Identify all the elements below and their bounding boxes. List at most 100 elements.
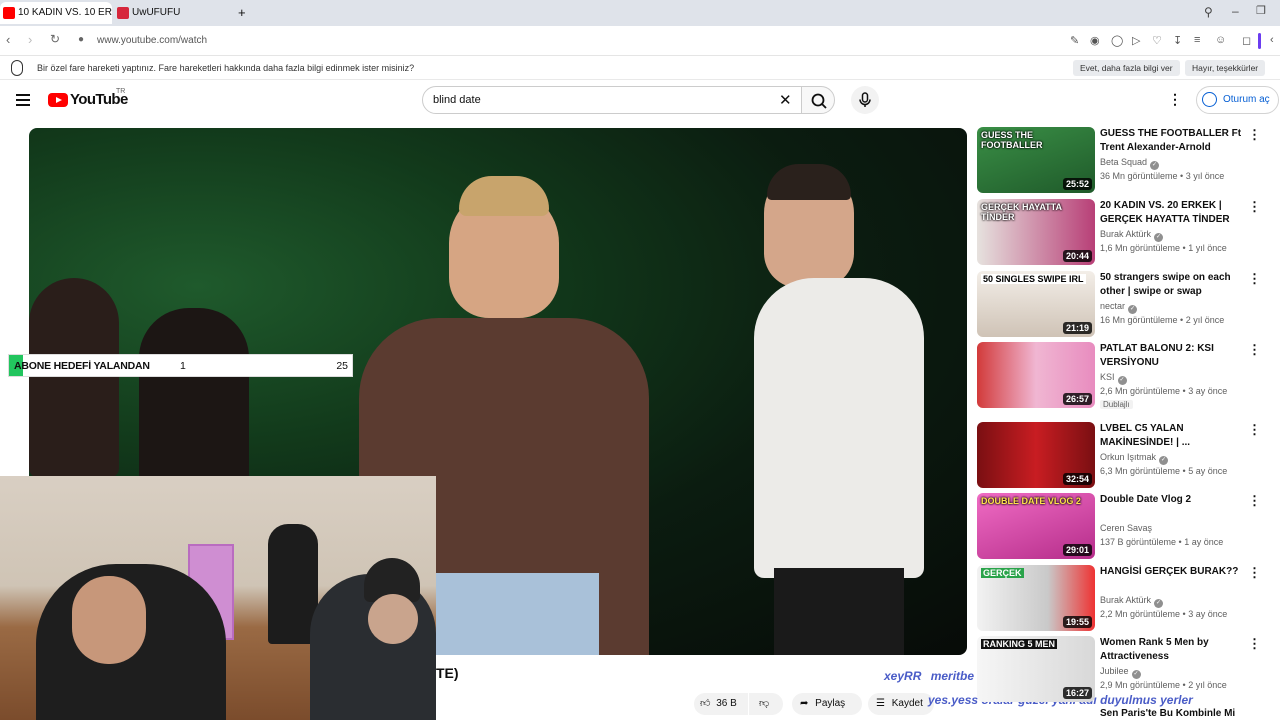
notification-bar: Bir özel fare hareketi yaptınız. Fare ha… <box>0 57 1280 80</box>
video-thumbnail[interactable]: GERÇEK HAYATTA TİNDER 20:44 <box>977 199 1095 265</box>
verified-icon: ✓ <box>1117 376 1127 385</box>
video-title[interactable]: 20 KADIN VS. 20 ERKEK | GERÇEK HAYATTA T… <box>1100 199 1243 227</box>
like-button[interactable]: 👍︎ 36 B <box>694 693 748 715</box>
search-button[interactable] <box>801 86 835 114</box>
minimize-icon[interactable]: – <box>1232 4 1239 18</box>
more-actions-icon[interactable]: ⋮ <box>1248 636 1261 652</box>
video-title-fragment: TE) <box>436 665 459 681</box>
sidebar-indicator <box>1258 33 1261 49</box>
video-title[interactable]: 50 strangers swipe on each other | swipe… <box>1100 271 1243 299</box>
sign-in-label: Oturum aç <box>1223 94 1270 105</box>
duration-badge: 26:57 <box>1062 393 1092 405</box>
dismiss-button[interactable]: Hayır, teşekkürler <box>1185 60 1266 76</box>
dislike-button[interactable]: 👎︎ <box>749 693 783 715</box>
more-actions-icon[interactable]: ⋮ <box>1248 271 1261 287</box>
verified-icon: ✓ <box>1128 305 1138 314</box>
duration-badge: 29:01 <box>1062 544 1092 556</box>
more-actions-icon[interactable]: ⋮ <box>1248 493 1261 509</box>
video-title[interactable]: Double Date Vlog 2 <box>1100 493 1243 507</box>
video-meta: 137 B görüntüleme • 1 ay önce <box>1100 537 1224 547</box>
more-actions-icon[interactable]: ⋮ <box>1248 199 1261 215</box>
channel-name[interactable]: Jubilee ✓ <box>1100 666 1141 679</box>
recommendation-item[interactable]: 26:57 PATLAT BALONU 2: KSI VERSİYONU KSI… <box>977 342 1267 422</box>
more-options-icon[interactable]: ⋮ <box>1168 91 1182 108</box>
video-thumbnail[interactable]: DOUBLE DATE VLOG 2 29:01 <box>977 493 1095 559</box>
clear-search-icon[interactable]: ✕ <box>779 91 792 109</box>
browser-tab-active[interactable]: 10 KADIN VS. 10 ERKEK | <box>0 2 112 24</box>
recommendation-item[interactable]: RANKING 5 MEN 16:27 Women Rank 5 Men by A… <box>977 636 1267 704</box>
extensions-icon[interactable]: ◻ <box>1242 34 1251 47</box>
verified-icon: ✓ <box>1131 670 1141 679</box>
video-meta: 16 Mn görüntüleme • 2 yıl önce <box>1100 315 1225 325</box>
video-title[interactable]: HANGİSİ GERÇEK BURAK?? <box>1100 565 1243 579</box>
new-tab-button[interactable]: + <box>238 5 246 20</box>
hamburger-menu-icon[interactable] <box>16 94 30 106</box>
duration-badge: 21:19 <box>1062 322 1092 334</box>
play-icon[interactable]: ▷ <box>1132 34 1140 47</box>
recommendation-item[interactable]: 32:54 LVBEL C5 YALAN MAKİNESİNDE! | ... … <box>977 422 1267 490</box>
account-icon <box>1202 92 1217 107</box>
duration-badge: 16:27 <box>1062 687 1092 699</box>
video-thumbnail[interactable]: 50 SINGLES SWIPE IRL 21:19 <box>977 271 1095 337</box>
search-input[interactable] <box>433 94 763 106</box>
lock-icon[interactable]: ● <box>78 34 84 45</box>
more-actions-icon[interactable]: ⋮ <box>1248 565 1261 581</box>
share-button[interactable]: ➦ Paylaş <box>792 693 862 715</box>
notification-text: Bir özel fare hareketi yaptınız. Fare ha… <box>37 63 415 73</box>
more-actions-icon[interactable]: ⋮ <box>1248 422 1261 438</box>
camera-icon[interactable]: ◉ <box>1090 34 1100 47</box>
reload-icon[interactable]: ↻ <box>50 32 60 46</box>
shield-icon[interactable]: ◯ <box>1111 34 1123 47</box>
sign-in-button[interactable]: Oturum aç <box>1196 86 1279 114</box>
voice-search-button[interactable] <box>851 86 879 114</box>
more-actions-icon[interactable]: ⋮ <box>1248 127 1261 143</box>
restore-icon[interactable]: ❐ <box>1256 4 1266 17</box>
video-thumbnail[interactable]: RANKING 5 MEN 16:27 <box>977 636 1095 702</box>
goal-current: 1 <box>180 360 186 372</box>
search-tabs-icon[interactable]: ⚲ <box>1204 5 1213 19</box>
back-icon[interactable]: ‹ <box>6 32 10 47</box>
channel-name[interactable]: Burak Aktürk ✓ <box>1100 595 1164 608</box>
video-thumbnail[interactable]: 26:57 <box>977 342 1095 408</box>
browser-tab[interactable]: UwUFUFU <box>114 2 224 24</box>
edit-icon[interactable]: ✎ <box>1070 34 1079 47</box>
recommendation-item[interactable]: GERÇEK HAYATTA TİNDER 20:44 20 KADIN VS. … <box>977 199 1267 267</box>
sidebar-toggle-icon[interactable]: ‹ <box>1270 34 1274 46</box>
recommendation-item[interactable]: GUESS THE FOOTBALLER 25:52 GUESS THE FOOT… <box>977 127 1267 195</box>
url-field[interactable]: www.youtube.com/watch <box>97 35 207 46</box>
person-jeans <box>429 573 599 655</box>
channel-name[interactable]: Burak Aktürk ✓ <box>1100 229 1164 242</box>
channel-name[interactable]: nectar ✓ <box>1100 301 1138 314</box>
download-icon[interactable]: ↧ <box>1173 34 1182 47</box>
duration-badge: 25:52 <box>1062 178 1092 190</box>
channel-name[interactable]: Ceren Savaş <box>1100 523 1152 533</box>
channel-name[interactable]: Orkun Işıtmak ✓ <box>1100 452 1169 465</box>
mouse-icon <box>11 60 23 76</box>
recommendation-item[interactable]: DOUBLE DATE VLOG 2 29:01 Double Date Vlog… <box>977 493 1267 561</box>
video-thumbnail[interactable]: GERÇEK 19:55 <box>977 565 1095 631</box>
forward-icon[interactable]: › <box>28 32 32 47</box>
video-title[interactable]: Women Rank 5 Men by Attractiveness <box>1100 636 1243 664</box>
video-title[interactable]: Sen Paris'te Bu Kombinle Mi <box>1100 708 1235 719</box>
heart-icon[interactable]: ♡ <box>1152 34 1162 47</box>
channel-name[interactable]: Beta Squad ✓ <box>1100 157 1160 170</box>
recommendation-item[interactable]: 50 SINGLES SWIPE IRL 21:19 50 strangers s… <box>977 271 1267 339</box>
chat-user: xeyRR <box>884 669 922 683</box>
video-title[interactable]: PATLAT BALONU 2: KSI VERSİYONU <box>1100 342 1243 370</box>
subscriber-goal-overlay: ABONE HEDEFİ YALANDAN 1 25 <box>8 354 353 377</box>
webcam-overlay <box>0 476 436 720</box>
tab-label: 10 KADIN VS. 10 ERKEK | <box>18 7 112 18</box>
more-actions-icon[interactable]: ⋮ <box>1248 342 1261 358</box>
learn-more-button[interactable]: Evet, daha fazla bilgi ver <box>1073 60 1180 76</box>
video-thumbnail[interactable]: 32:54 <box>977 422 1095 488</box>
recommendation-item[interactable]: GERÇEK 19:55 HANGİSİ GERÇEK BURAK?? Burak… <box>977 565 1267 633</box>
video-title[interactable]: LVBEL C5 YALAN MAKİNESİNDE! | ... <box>1100 422 1243 450</box>
duration-badge: 20:44 <box>1062 250 1092 262</box>
video-title[interactable]: GUESS THE FOOTBALLER Ft Trent Alexander-… <box>1100 127 1243 155</box>
person-face <box>72 576 146 664</box>
list-icon[interactable]: ≡ <box>1194 34 1200 46</box>
duration-badge: 19:55 <box>1062 616 1092 628</box>
channel-name[interactable]: KSI ✓ <box>1100 372 1127 385</box>
video-thumbnail[interactable]: GUESS THE FOOTBALLER 25:52 <box>977 127 1095 193</box>
profile-icon[interactable]: ☺ <box>1215 34 1226 46</box>
